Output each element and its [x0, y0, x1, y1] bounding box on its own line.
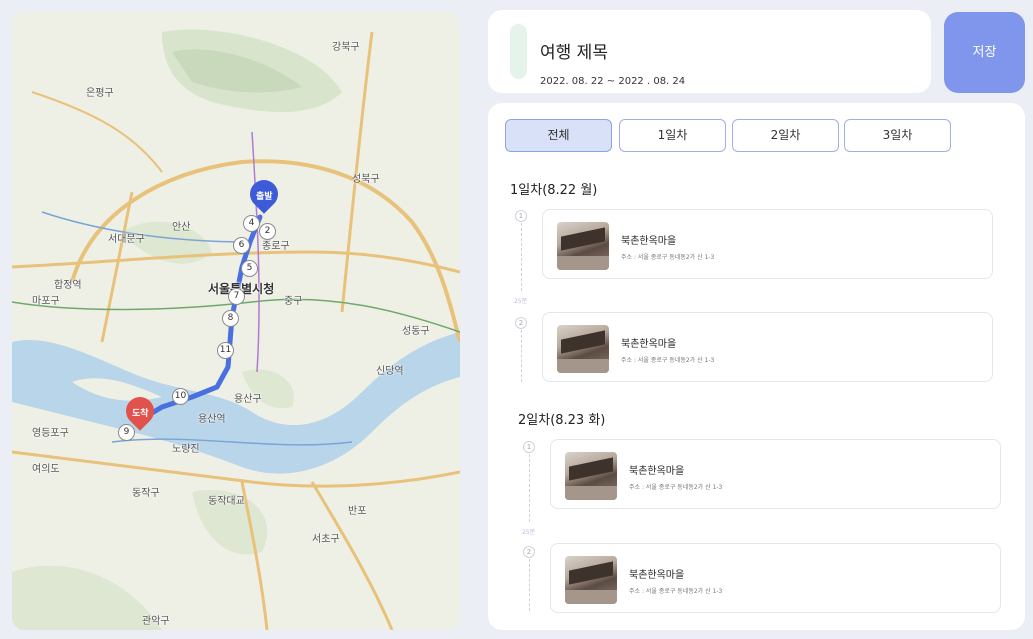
- district-label: 서초구: [312, 534, 340, 545]
- district-label: 성북구: [352, 174, 380, 185]
- tab-day-1[interactable]: 1일차: [619, 119, 726, 152]
- place-thumbnail: [557, 325, 609, 373]
- route-stop-marker[interactable]: 4: [243, 215, 260, 232]
- place-card[interactable]: 북촌한옥마을 주소 : 서울 종로구 동네동2가 산 1-3: [550, 543, 1001, 613]
- landmark-label: 동작대교: [208, 496, 245, 507]
- place-name: 북촌한옥마을: [629, 466, 685, 477]
- east-west-road: [12, 250, 460, 274]
- day-heading: 1일차(8.22 월): [510, 183, 598, 198]
- trip-dates: 2022. 08. 22 ~ 2022 . 08. 24: [540, 76, 686, 87]
- itinerary-panel[interactable]: 전체 1일차 2일차 3일차 1일차(8.22 월) 1 25분 2 북촌한옥마…: [488, 103, 1025, 630]
- landmark-label: 여의도: [32, 464, 60, 475]
- tab-day-3[interactable]: 3일차: [844, 119, 951, 152]
- place-address: 주소 : 서울 종로구 동네동2가 산 1-3: [629, 588, 723, 595]
- timeline-connector: [521, 330, 522, 382]
- district-label: 마포구: [32, 296, 60, 307]
- landmark-label: 용산역: [198, 414, 226, 425]
- district-label: 중구: [284, 296, 303, 307]
- place-card[interactable]: 북촌한옥마을 주소 : 서울 종로구 동네동2가 산 1-3: [550, 439, 1001, 509]
- district-label: 동작구: [132, 488, 160, 499]
- timeline-index: 2: [523, 546, 535, 558]
- place-thumbnail: [557, 222, 609, 270]
- district-label: 은평구: [86, 88, 114, 99]
- district-label: 관악구: [142, 616, 170, 627]
- place-card[interactable]: 북촌한옥마을 주소 : 서울 종로구 동네동2가 산 1-3: [542, 209, 993, 279]
- road: [240, 481, 269, 630]
- landmark-label: 노량진: [172, 444, 200, 455]
- landmark-label: 신당역: [376, 366, 404, 377]
- end-pin-label: 도착: [132, 409, 149, 419]
- place-thumbnail: [565, 452, 617, 500]
- save-button[interactable]: 저장: [944, 12, 1025, 93]
- trip-title[interactable]: 여행 제목: [540, 38, 608, 63]
- place-address: 주소 : 서울 종로구 동네동2가 산 1-3: [621, 254, 715, 261]
- place-address: 주소 : 서울 종로구 동네동2가 산 1-3: [621, 357, 715, 364]
- title-accent-bar: [510, 24, 527, 79]
- timeline-index: 1: [523, 441, 535, 453]
- road: [31, 91, 163, 173]
- tab-day-2[interactable]: 2일차: [732, 119, 839, 152]
- district-label: 서대문구: [108, 234, 145, 245]
- start-pin-label: 출발: [256, 192, 273, 202]
- place-name: 북촌한옥마을: [621, 236, 677, 247]
- district-label: 용산구: [234, 394, 262, 405]
- timeline-connector: [521, 223, 522, 291]
- map-panel[interactable]: 강북구 은평구 성북구 서대문구 마포구 종로구 서울특별시청 중구 성동구 용…: [12, 12, 460, 630]
- timeline-index: 1: [515, 210, 527, 222]
- landmark-label: 안산: [172, 222, 191, 233]
- place-name: 북촌한옥마을: [629, 570, 685, 581]
- route-stop-marker[interactable]: 5: [241, 260, 258, 277]
- tab-all[interactable]: 전체: [505, 119, 612, 152]
- route-stop-marker[interactable]: 7: [228, 288, 245, 305]
- district-label: 영등포구: [32, 428, 69, 439]
- trip-title-card: 여행 제목 2022. 08. 22 ~ 2022 . 08. 24: [488, 10, 931, 93]
- place-address: 주소 : 서울 종로구 동네동2가 산 1-3: [629, 484, 723, 491]
- place-thumbnail: [565, 556, 617, 604]
- landmark-label: 합정역: [54, 280, 82, 291]
- route-stop-marker[interactable]: 9: [118, 424, 135, 441]
- travel-time: 25분: [514, 298, 528, 305]
- place-card[interactable]: 북촌한옥마을 주소 : 서울 종로구 동네동2가 산 1-3: [542, 312, 993, 382]
- route-stop-marker[interactable]: 2: [259, 223, 276, 240]
- travel-time: 25분: [522, 529, 536, 536]
- timeline-connector: [529, 559, 530, 611]
- route-stop-marker[interactable]: 6: [233, 237, 250, 254]
- district-label: 강북구: [332, 42, 360, 53]
- park-area: [12, 565, 162, 630]
- route-stop-marker[interactable]: 8: [222, 310, 239, 327]
- district-label: 성동구: [402, 326, 430, 337]
- day-heading: 2일차(8.23 화): [518, 413, 606, 428]
- route-stop-marker[interactable]: 11: [217, 342, 234, 359]
- landmark-label: 반포: [348, 506, 367, 517]
- place-name: 북촌한옥마을: [621, 339, 677, 350]
- timeline-connector: [529, 454, 530, 522]
- timeline-index: 2: [515, 317, 527, 329]
- route-stop-marker[interactable]: 10: [172, 388, 189, 405]
